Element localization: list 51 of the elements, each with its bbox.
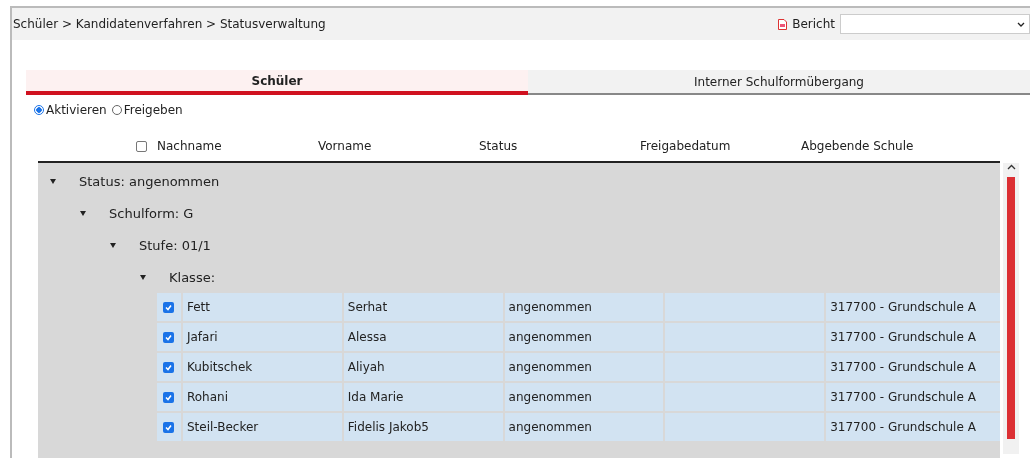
group-label: Status: angenommen [79, 173, 220, 189]
radio-button[interactable] [34, 105, 44, 115]
table-cell: Serhat [343, 293, 503, 321]
chevron-down-icon [1017, 21, 1025, 27]
scroll-up-icon[interactable] [1006, 164, 1016, 170]
table-cell: 317700 - Grundschule A [826, 353, 1000, 381]
breadcrumb: Schüler > Kandidatenverfahren > Statusverwaltung [13, 17, 326, 31]
tab[interactable]: Schüler [26, 70, 528, 95]
radio-label: Aktivieren [46, 103, 107, 117]
table-cell: 317700 - Grundschule A [826, 413, 1000, 441]
row-checkbox[interactable] [163, 361, 175, 373]
table-cell: angenommen [504, 293, 664, 321]
table-cell: 317700 - Grundschule A [826, 293, 1000, 321]
table-cell: Ida Marie [343, 383, 503, 411]
table-cell: Kubitschek [182, 353, 342, 381]
radio-button[interactable] [111, 105, 122, 115]
table-cell: Fett [182, 293, 342, 321]
radio-label: Freigeben [123, 103, 183, 117]
table-cell: Steil-Becker [182, 413, 342, 441]
expand-triangle-icon[interactable] [140, 274, 146, 280]
table-cell: Fidelis Jakob5 [343, 413, 503, 441]
table-cell: angenommen [504, 353, 664, 381]
column-header[interactable]: Status [479, 139, 640, 153]
table-cell: angenommen [504, 323, 664, 351]
table-cell: Jafari [182, 323, 342, 351]
tab[interactable]: Interner Schulformübergang [528, 70, 1030, 95]
row-checkbox[interactable] [163, 391, 175, 403]
expand-triangle-icon[interactable] [110, 242, 116, 248]
column-header[interactable]: Abgebende Schule [801, 139, 914, 153]
expand-triangle-icon[interactable] [50, 178, 56, 184]
group-label: Klasse: [169, 269, 216, 285]
table-cell: Alessa [343, 323, 503, 351]
document-icon [778, 18, 788, 30]
group-label: Stufe: 01/1 [139, 237, 211, 253]
column-header[interactable]: Vorname [318, 139, 479, 153]
scrollbar-thumb[interactable] [1007, 177, 1015, 439]
table-cell: angenommen [504, 383, 664, 411]
table-cell: Aliyah [343, 353, 503, 381]
row-checkbox[interactable] [163, 421, 175, 433]
column-header[interactable]: Nachname [157, 139, 318, 153]
table-cell: 317700 - Grundschule A [826, 323, 1000, 351]
row-checkbox[interactable] [163, 301, 175, 313]
column-header[interactable]: Freigabedatum [640, 139, 801, 153]
row-checkbox[interactable] [163, 331, 175, 343]
table-cell: Rohani [182, 383, 342, 411]
select-all-checkbox[interactable] [136, 140, 147, 152]
expand-triangle-icon[interactable] [80, 210, 86, 216]
table-cell: 317700 - Grundschule A [826, 383, 1000, 411]
table-cell: angenommen [504, 413, 664, 441]
group-label: Schulform: G [109, 205, 194, 221]
report-label: Bericht [792, 17, 835, 31]
